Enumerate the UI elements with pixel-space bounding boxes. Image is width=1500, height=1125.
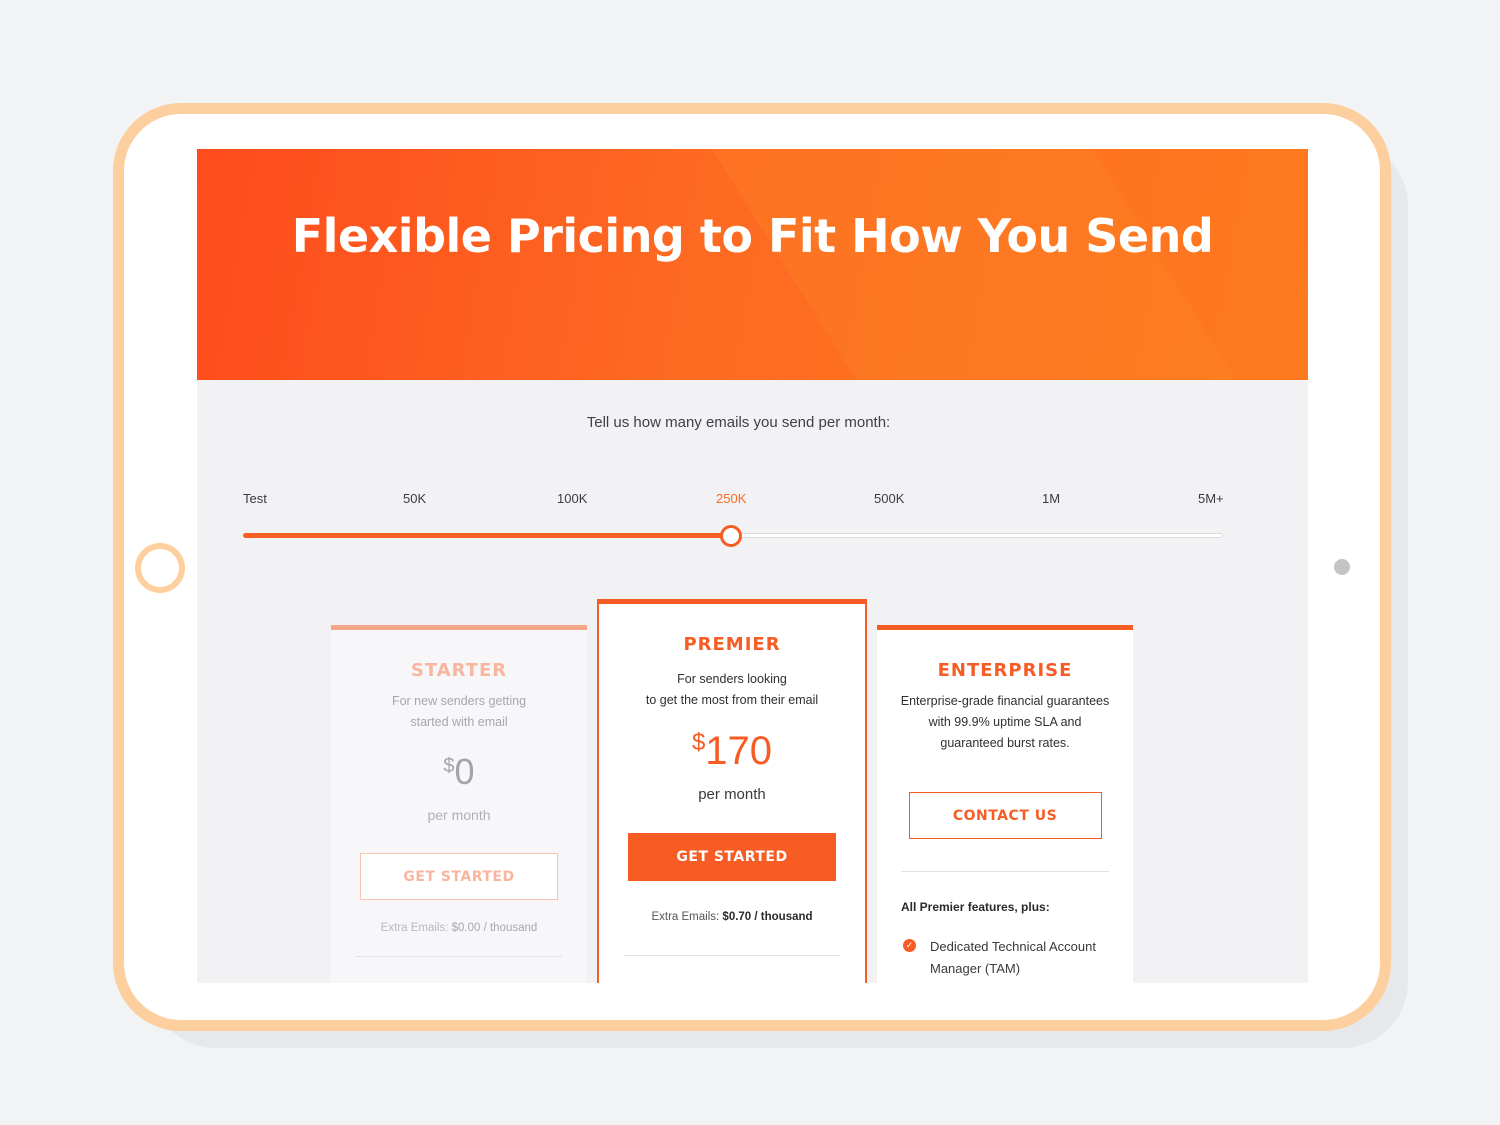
hero-banner: Flexible Pricing to Fit How You Send (197, 149, 1308, 380)
price-period: per month (427, 807, 491, 823)
plan-description-line: started with email (410, 715, 508, 729)
currency-symbol: $ (443, 755, 455, 777)
plan-price: $170 (599, 729, 865, 774)
plan-name: STARTER (410, 660, 508, 681)
page-title: Flexible Pricing to Fit How You Send (291, 209, 1214, 263)
divider (901, 871, 1109, 872)
plan-description-line: guaranteed burst rates. (940, 736, 1070, 750)
price-period: per month (698, 786, 766, 803)
extra-emails-label: Extra Emails: (380, 922, 449, 934)
checkmark-icon: ✓ (903, 939, 916, 952)
premier-get-started-button[interactable]: GET STARTED (628, 833, 836, 881)
slider-tick-250k[interactable]: 250K (716, 491, 746, 506)
slider-tick-500k[interactable]: 500K (874, 491, 904, 506)
plan-description-line: Enterprise-grade financial guarantees (900, 694, 1110, 708)
pricing-page: Flexible Pricing to Fit How You Send Tel… (197, 149, 1308, 983)
plan-card-enterprise: ENTERPRISE Enterprise-grade financial gu… (877, 625, 1133, 983)
plan-name: PREMIER (683, 634, 781, 655)
volume-slider-fill (243, 533, 731, 538)
price-value: 170 (705, 729, 773, 773)
feature-text: Dedicated Technical Account Manager (TAM… (930, 939, 1096, 976)
extra-emails-rate: Extra Emails: $0.70 / thousand (599, 911, 865, 923)
extra-emails-value: $0.00 / thousand (451, 922, 538, 934)
extra-emails-label: Extra Emails: (651, 911, 720, 923)
plan-name: ENTERPRISE (937, 660, 1073, 681)
currency-symbol: $ (691, 729, 706, 756)
plan-description: For senders looking to get the most from… (632, 669, 832, 711)
slider-tick-50k[interactable]: 50K (403, 491, 426, 506)
plan-description-line: to get the most from their email (645, 693, 819, 707)
slider-tick-1m[interactable]: 1M (1042, 491, 1060, 506)
feature-item: ✓ Dedicated Technical Account Manager (T… (903, 936, 1133, 980)
plan-description: Enterprise-grade financial guarantees wi… (895, 691, 1115, 754)
extra-emails-rate: Extra Emails: $0.00 / thousand (331, 922, 587, 934)
plan-price: $0 (331, 751, 587, 793)
volume-slider-handle[interactable] (720, 525, 742, 547)
divider (356, 956, 562, 957)
hero-decoration (687, 149, 1308, 380)
volume-prompt: Tell us how many emails you send per mon… (586, 414, 891, 431)
plan-card-starter: STARTER For new senders getting started … (331, 625, 587, 983)
plan-description-line: with 99.9% uptime SLA and (928, 715, 1082, 729)
price-value: 0 (454, 751, 475, 792)
plan-description: For new senders getting started with ema… (374, 691, 544, 733)
tablet-home-button (135, 543, 185, 593)
extra-emails-value: $0.70 / thousand (722, 911, 813, 923)
slider-tick-5m[interactable]: 5M+ (1198, 491, 1224, 506)
contact-us-button[interactable]: CONTACT US (908, 792, 1102, 839)
tablet-camera-icon (1334, 559, 1350, 575)
divider (624, 955, 840, 956)
slider-tick-100k[interactable]: 100K (557, 491, 587, 506)
features-heading: All Premier features, plus: (901, 900, 1050, 914)
plan-card-premier: PREMIER For senders looking to get the m… (597, 599, 867, 983)
plan-description-line: For new senders getting (391, 694, 527, 708)
plan-description-line: For senders looking (677, 672, 787, 686)
starter-get-started-button[interactable]: GET STARTED (360, 853, 558, 900)
slider-tick-test[interactable]: Test (243, 491, 267, 506)
